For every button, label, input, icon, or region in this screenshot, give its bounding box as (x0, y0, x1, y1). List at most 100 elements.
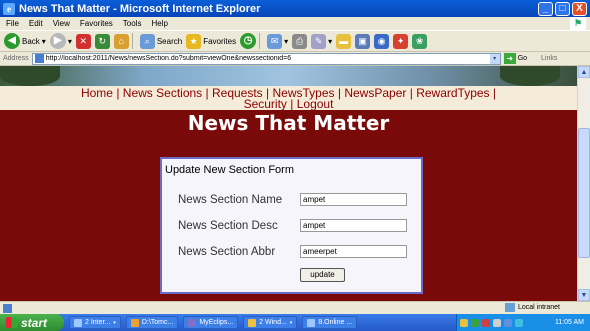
section-abbr-label: News Section Abbr (178, 245, 276, 258)
search-button[interactable]: ⌕ Search (139, 33, 183, 49)
tray-icon[interactable] (482, 318, 490, 327)
tray-icon[interactable] (460, 318, 468, 327)
start-button[interactable]: start (0, 314, 64, 331)
mail-dropdown-icon[interactable]: ▾ (284, 37, 288, 46)
mail-button[interactable]: ✉ ▾ (267, 33, 288, 49)
scroll-thumb[interactable] (578, 128, 590, 258)
back-button[interactable]: ◀ Back ▾ (4, 33, 46, 49)
form-row-name: News Section Name (178, 193, 407, 206)
navigation-menu: Home | News Sections | Requests | NewsTy… (0, 86, 577, 110)
edit-button[interactable]: ✎ ▾ (311, 33, 332, 49)
menu-help[interactable]: Help (151, 19, 167, 28)
windows-taskbar: start 2 Inter... ▾ D:\Tomc... MyEclips..… (0, 314, 590, 331)
taskbar-button-ie[interactable]: 2 Inter... ▾ (69, 316, 121, 329)
home-button[interactable]: ⌂ (113, 33, 129, 49)
tray-icon[interactable] (493, 318, 501, 327)
windows-logo-icon (6, 317, 17, 328)
task-label: MyEclips... (199, 319, 234, 326)
task-dropdown-icon: ▾ (113, 319, 116, 326)
section-abbr-input[interactable] (300, 245, 407, 258)
section-desc-input[interactable] (300, 219, 407, 232)
print-icon: ⎙ (292, 33, 308, 49)
links-button[interactable]: Links (541, 55, 557, 62)
favorites-label: Favorites (203, 36, 237, 46)
internet-explorer-icon: e (3, 2, 15, 15)
menu-favorites[interactable]: Favorites (80, 19, 113, 28)
tomcat-task-icon (130, 318, 139, 327)
section-name-input[interactable] (300, 193, 407, 206)
task-label: 8.Online ... (318, 319, 353, 326)
site-headline: News That Matter (187, 111, 390, 135)
window-title: News That Matter - Microsoft Internet Ex… (19, 2, 261, 15)
menu-bar: File Edit View Favorites Tools Help ⚑ (0, 17, 590, 30)
nav-separator: | (290, 97, 294, 111)
taskbar-button-windows-explorer[interactable]: 2 Wind... ▾ (243, 316, 298, 329)
window-titlebar[interactable]: e News That Matter - Microsoft Internet … (0, 0, 590, 17)
clock[interactable]: 11:05 AM (555, 319, 584, 326)
stop-button[interactable]: ✕ (75, 33, 91, 49)
nav-rewardtypes[interactable]: RewardTypes (416, 86, 489, 100)
nav-home[interactable]: Home (81, 86, 113, 100)
taskbar-button-myeclipse[interactable]: MyEclips... (183, 316, 239, 329)
address-bar: Address http://localhost:2011/News/newsS… (0, 52, 590, 66)
address-dropdown-icon[interactable]: ▾ (489, 53, 500, 64)
task-label: 2 Wind... (259, 319, 287, 326)
menu-file[interactable]: File (6, 19, 19, 28)
taskbar-button-tomcat[interactable]: D:\Tomc... (125, 316, 179, 329)
tools-button[interactable]: ✦ (393, 33, 409, 49)
nav-security[interactable]: Security (244, 97, 287, 111)
folder-icon: ▬ (336, 33, 352, 49)
forward-button[interactable]: ▶ ▾ (49, 33, 72, 49)
edit-page-icon: ✎ (311, 33, 327, 49)
history-button[interactable]: ◷ (240, 33, 257, 49)
task-label: D:\Tomc... (141, 319, 174, 326)
close-button[interactable]: X (572, 1, 587, 16)
nav-newspaper[interactable]: NewsPaper (344, 86, 406, 100)
menu-view[interactable]: View (53, 19, 70, 28)
favorites-button[interactable]: ★ Favorites (186, 33, 237, 49)
task-label: 2 Inter... (85, 319, 111, 326)
refresh-button[interactable]: ↻ (94, 33, 110, 49)
scroll-down-icon[interactable]: ▼ (578, 289, 590, 301)
research-button[interactable]: ▣ (355, 33, 371, 49)
scroll-up-icon[interactable]: ▲ (578, 66, 590, 78)
vertical-scrollbar[interactable]: ▲ ▼ (577, 66, 590, 301)
go-button[interactable]: ➜ Go (503, 53, 527, 64)
edit-dropdown-icon[interactable]: ▾ (328, 37, 332, 46)
search-label: Search (156, 36, 183, 46)
ie-task-icon (74, 318, 82, 327)
tray-icon[interactable] (515, 318, 523, 327)
nav-separator: | (116, 86, 120, 100)
folder-task-icon (248, 318, 257, 327)
tools-icon: ✦ (393, 33, 409, 49)
taskbar-button-online[interactable]: 8.Online ... (302, 316, 358, 329)
search-icon: ⌕ (139, 33, 155, 49)
menu-edit[interactable]: Edit (29, 19, 43, 28)
mail-icon: ✉ (267, 33, 283, 49)
print-button[interactable]: ⎙ (292, 33, 308, 49)
history-icon: ◷ (240, 33, 257, 49)
tray-icon[interactable] (504, 318, 512, 327)
form-row-abbr: News Section Abbr (178, 245, 407, 258)
messenger-button[interactable]: ◉ (374, 33, 390, 49)
back-dropdown-icon[interactable]: ▾ (42, 37, 46, 46)
page-done-icon (3, 303, 12, 313)
discuss-button[interactable]: ❀ (412, 33, 428, 49)
stop-icon: ✕ (75, 33, 91, 49)
folder-button[interactable]: ▬ (336, 33, 352, 49)
start-label: start (21, 315, 48, 330)
nav-separator: | (205, 86, 209, 100)
address-input[interactable]: http://localhost:2011/News/newsSection.d… (31, 52, 501, 65)
tray-icon[interactable] (471, 318, 479, 327)
nav-logout[interactable]: Logout (297, 97, 334, 111)
banner-foliage (0, 66, 60, 86)
minimize-button[interactable]: _ (538, 1, 553, 16)
nav-news-sections[interactable]: News Sections (123, 86, 202, 100)
update-button[interactable]: update (300, 268, 345, 282)
form-title: Update New Section Form (165, 164, 294, 176)
menu-tools[interactable]: Tools (123, 19, 142, 28)
address-url[interactable]: http://localhost:2011/News/newsSection.d… (46, 55, 490, 62)
maximize-button[interactable]: □ (555, 1, 570, 16)
forward-dropdown-icon[interactable]: ▾ (68, 37, 72, 46)
task-dropdown-icon: ▾ (289, 319, 293, 326)
